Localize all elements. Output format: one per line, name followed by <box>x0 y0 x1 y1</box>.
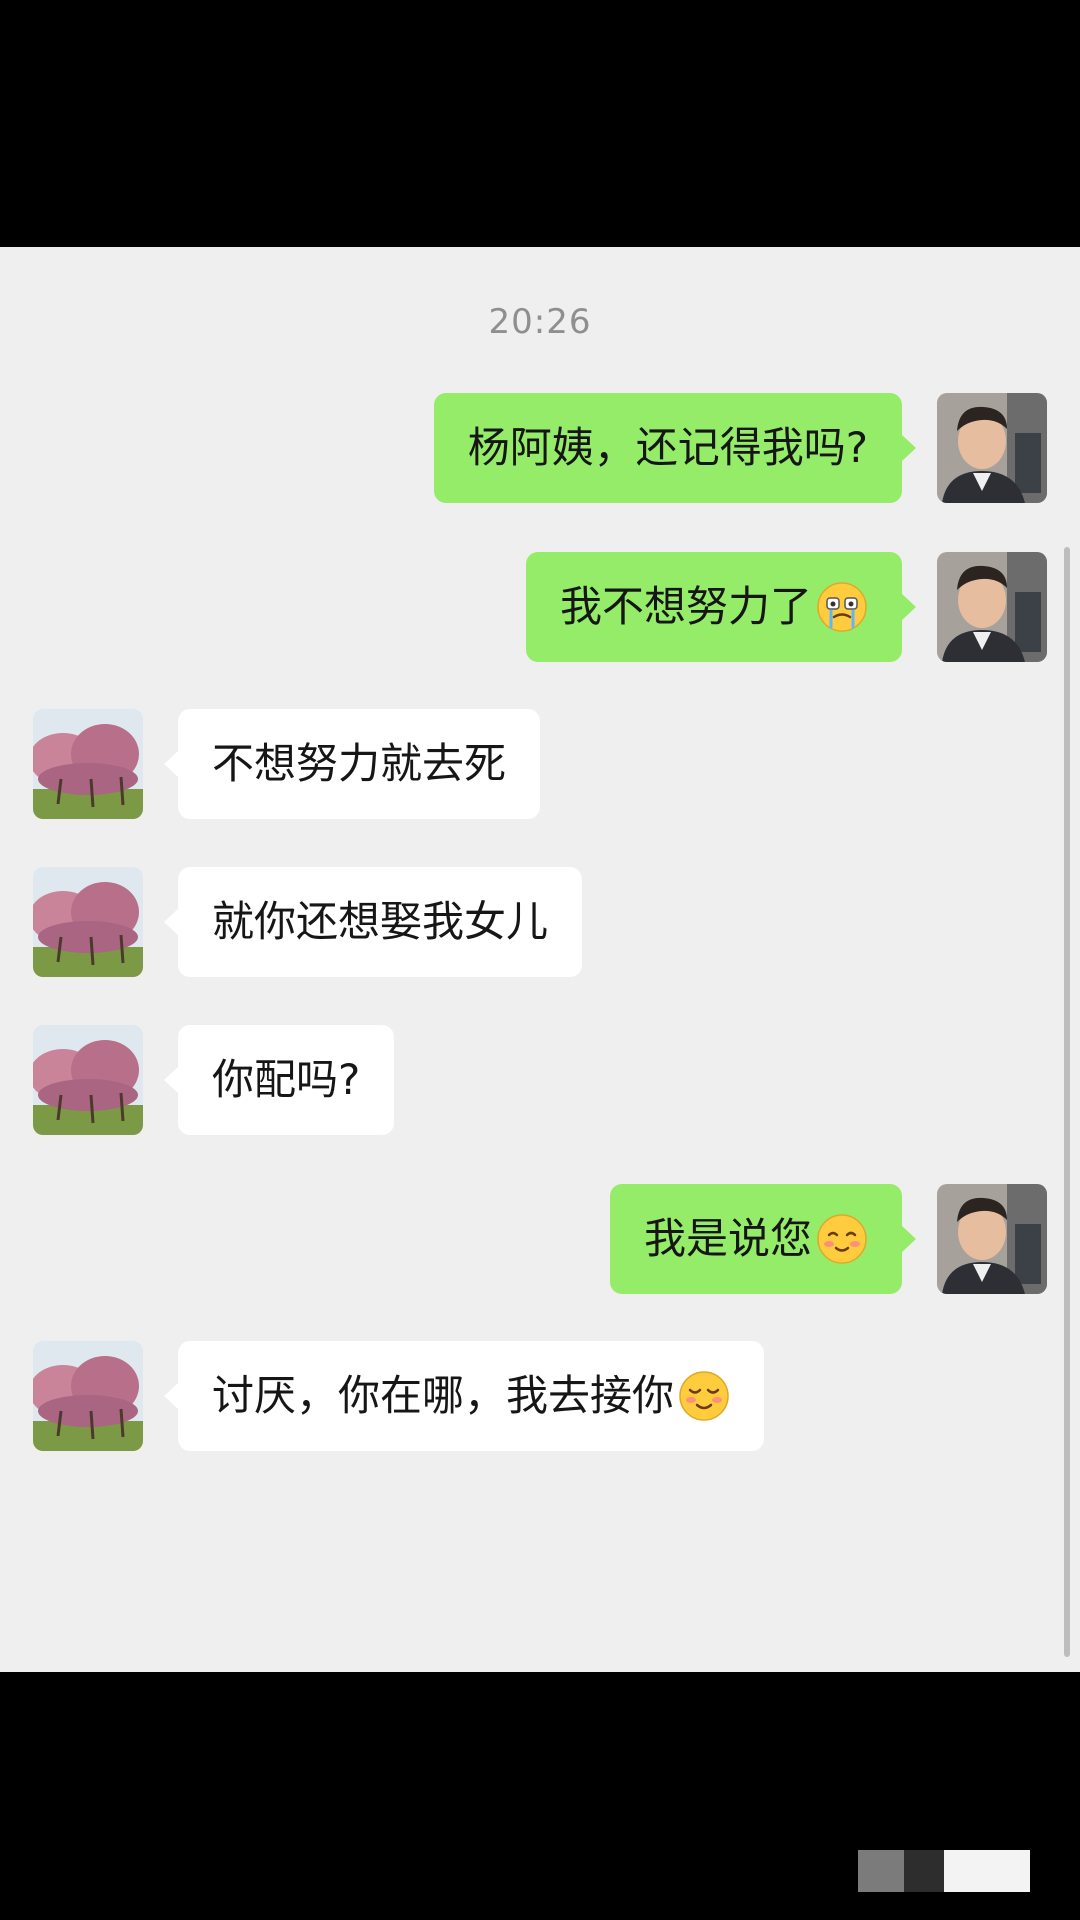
avatar-contact[interactable] <box>33 867 143 977</box>
message-text: 我不想努力了 <box>559 582 812 631</box>
avatar-contact[interactable] <box>33 1341 143 1451</box>
avatar-contact[interactable] <box>33 1025 143 1135</box>
message-text: 你配吗? <box>212 1055 361 1104</box>
watermark-block <box>904 1850 944 1892</box>
message-row-received: 讨厌，你在哪，我去接你 <box>0 1341 1080 1453</box>
message-bubble-sent[interactable]: 我是说您 <box>609 1184 917 1294</box>
message-row-sent: 杨阿姨，还记得我吗? <box>0 393 1080 505</box>
message-bubble-received[interactable]: 不想努力就去死 <box>163 709 541 819</box>
watermark-logo <box>858 1850 1030 1892</box>
message-bubble-received[interactable]: 你配吗? <box>163 1025 395 1135</box>
message-text: 不想努力就去死 <box>212 739 507 788</box>
blushing-smile-emoji-icon <box>816 1213 868 1265</box>
avatar-self[interactable] <box>937 1184 1047 1294</box>
message-bubble-received[interactable]: 就你还想娶我女儿 <box>163 867 583 977</box>
message-bubble-received[interactable]: 讨厌，你在哪，我去接你 <box>163 1341 765 1451</box>
message-bubble-sent[interactable]: 杨阿姨，还记得我吗? <box>433 393 917 503</box>
shy-smile-emoji-icon <box>678 1370 730 1422</box>
message-row-received: 就你还想娶我女儿 <box>0 867 1080 979</box>
message-text: 杨阿姨，还记得我吗? <box>467 423 868 472</box>
message-text: 我是说您 <box>643 1214 812 1263</box>
message-row-received: 不想努力就去死 <box>0 709 1080 821</box>
message-row-sent: 我不想努力了 <box>0 552 1080 664</box>
message-row-received: 你配吗? <box>0 1025 1080 1137</box>
message-bubble-sent[interactable]: 我不想努力了 <box>525 552 917 662</box>
message-row-sent: 我是说您 <box>0 1184 1080 1296</box>
avatar-self[interactable] <box>937 552 1047 662</box>
watermark-block <box>944 1850 1030 1892</box>
screenshot: 20:26 杨阿姨，还记得我吗? 我不想努力了 不想努力就去死 就你还想娶我女儿… <box>0 0 1080 1920</box>
crying-mouth-emoji-icon <box>816 581 868 633</box>
message-text: 讨厌，你在哪，我去接你 <box>212 1371 675 1420</box>
avatar-contact[interactable] <box>33 709 143 819</box>
chat-area[interactable]: 20:26 杨阿姨，还记得我吗? 我不想努力了 不想努力就去死 就你还想娶我女儿… <box>0 247 1080 1672</box>
watermark-block <box>858 1850 904 1892</box>
scrollbar[interactable] <box>1064 547 1070 1657</box>
message-timestamp: 20:26 <box>488 302 592 342</box>
avatar-self[interactable] <box>937 393 1047 503</box>
message-text: 就你还想娶我女儿 <box>212 897 549 946</box>
